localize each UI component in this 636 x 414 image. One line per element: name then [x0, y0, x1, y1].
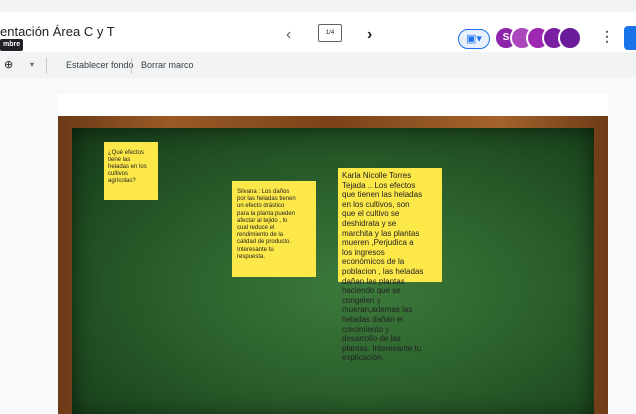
zoom-dropdown-icon[interactable]: ▾ [30, 60, 34, 69]
presentation-title[interactable]: entación Área C y T [0, 24, 115, 39]
toolbar-divider [131, 58, 132, 74]
slides-app: entación Área C y T mbre ‹ 1/4 › ▣▾ S ⋮ … [0, 0, 636, 414]
previous-slide-button[interactable]: ‹ [286, 26, 291, 44]
more-options-icon[interactable]: ⋮ [600, 28, 614, 45]
present-button[interactable]: ▣▾ [458, 29, 490, 49]
slide-counter[interactable]: 1/4 [318, 20, 346, 42]
avatar[interactable] [558, 26, 582, 50]
next-slide-button[interactable]: › [367, 26, 372, 44]
sticky-note-karla[interactable]: Karla Nicolle Torres Tejada .. Los efect… [338, 168, 442, 362]
title-bar: entación Área C y T mbre ‹ 1/4 › ▣▾ S ⋮ [0, 12, 636, 52]
sticky-note-silvana[interactable]: Silvana : Los daños por las heladas tien… [232, 181, 316, 277]
set-background-button[interactable]: Establecer fondo [66, 60, 134, 70]
toolbar: ⊕ ▾ Establecer fondo Borrar marco [0, 54, 636, 78]
sticky-note-question[interactable]: ¿Qué efectos tiene las heladas en los cu… [104, 142, 158, 200]
clear-frame-button[interactable]: Borrar marco [141, 60, 194, 70]
tooltip: mbre [0, 39, 24, 51]
share-button[interactable] [624, 26, 636, 50]
zoom-icon[interactable]: ⊕ [4, 58, 13, 71]
collaborator-avatars: S [494, 26, 586, 50]
toolbar-divider [46, 58, 47, 74]
